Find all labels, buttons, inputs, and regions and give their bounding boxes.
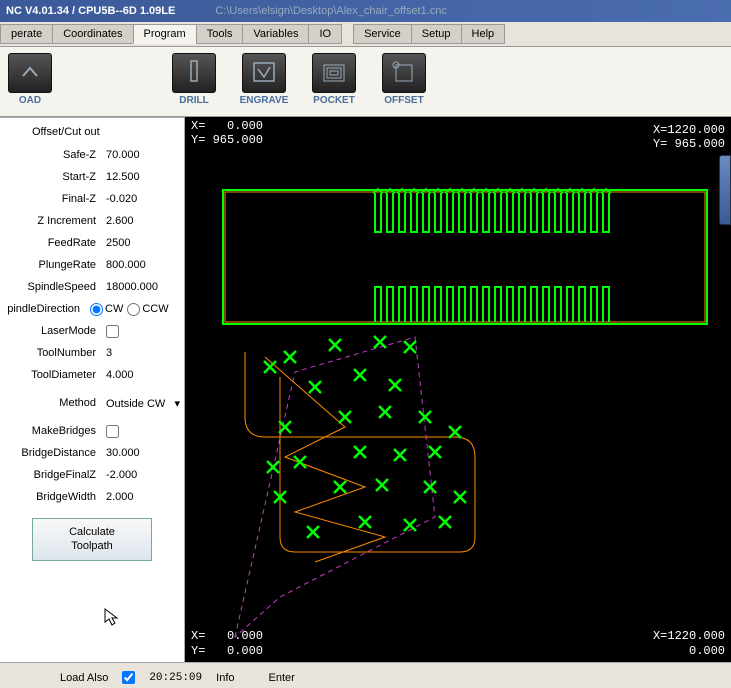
makebridges-checkbox[interactable]	[106, 425, 119, 438]
app-title: NC V4.01.34 / CPU5B--6D 1.09LE	[6, 5, 175, 17]
tab-io[interactable]: IO	[308, 24, 342, 44]
toolnumber-field[interactable]: 3	[102, 347, 112, 359]
side-floater[interactable]	[719, 155, 731, 225]
tooldiameter-field[interactable]: 4.000	[102, 369, 134, 381]
tab-program[interactable]: Program	[133, 24, 197, 44]
bridgewidth-field[interactable]: 2.000	[102, 491, 134, 503]
panel-header: Offset/Cut out	[2, 122, 182, 146]
pocket-button[interactable]: POCKET	[306, 53, 362, 106]
final-z-field[interactable]: -0.020	[102, 193, 137, 205]
status-enter: Enter	[269, 672, 295, 684]
method-select[interactable]: Outside CW ▾	[102, 397, 180, 410]
file-path: C:\Users\elsign\Desktop\Alex_chair_offse…	[215, 5, 447, 17]
menu-tabs: perate Coordinates Program Tools Variabl…	[0, 22, 731, 47]
tab-operate[interactable]: perate	[0, 24, 53, 44]
feedrate-field[interactable]: 2500	[102, 237, 130, 249]
z-increment-field[interactable]: 2.600	[102, 215, 134, 227]
tab-setup[interactable]: Setup	[411, 24, 462, 44]
drill-button[interactable]: DRILL	[166, 53, 222, 106]
tab-service[interactable]: Service	[353, 24, 412, 44]
toolbar: OAD DRILL ENGRAVE POCKET OFFSET	[0, 47, 731, 117]
calculate-toolpath-button[interactable]: Calculate Toolpath	[32, 518, 152, 561]
offset-icon	[382, 53, 426, 93]
status-time: 20:25:09	[149, 672, 202, 684]
title-bar: NC V4.01.34 / CPU5B--6D 1.09LE C:\Users\…	[0, 0, 731, 22]
safe-z-field[interactable]: 70.000	[102, 149, 140, 161]
status-info: Info	[216, 672, 234, 684]
tab-variables[interactable]: Variables	[242, 24, 309, 44]
start-z-field[interactable]: 12.500	[102, 171, 140, 183]
tab-coordinates[interactable]: Coordinates	[52, 24, 133, 44]
status-bar: Load Also 20:25:09 Info Enter	[0, 662, 731, 688]
cw-radio[interactable]	[90, 303, 103, 316]
ccw-radio[interactable]	[127, 303, 140, 316]
load-icon	[8, 53, 52, 93]
tab-help[interactable]: Help	[461, 24, 506, 44]
preview-canvas[interactable]: X= 0.000 Y= 965.000 X=1220.000 Y= 965.00…	[185, 117, 731, 662]
spindlespeed-field[interactable]: 18000.000	[102, 281, 158, 293]
offset-button[interactable]: OFFSET	[376, 53, 432, 106]
engrave-button[interactable]: ENGRAVE	[236, 53, 292, 106]
parameters-panel: Offset/Cut out Safe-Z70.000 Start-Z12.50…	[0, 117, 185, 662]
bridgefinalz-field[interactable]: -2.000	[102, 469, 137, 481]
pocket-icon	[312, 53, 356, 93]
drill-icon	[172, 53, 216, 93]
tab-tools[interactable]: Tools	[196, 24, 244, 44]
lasermode-checkbox[interactable]	[106, 325, 119, 338]
load-button[interactable]: OAD	[2, 53, 58, 106]
load-also-checkbox[interactable]	[122, 671, 135, 684]
toolpath-svg	[185, 117, 731, 662]
engrave-icon	[242, 53, 286, 93]
bridgedistance-field[interactable]: 30.000	[102, 447, 140, 459]
plungerate-field[interactable]: 800.000	[102, 259, 146, 271]
